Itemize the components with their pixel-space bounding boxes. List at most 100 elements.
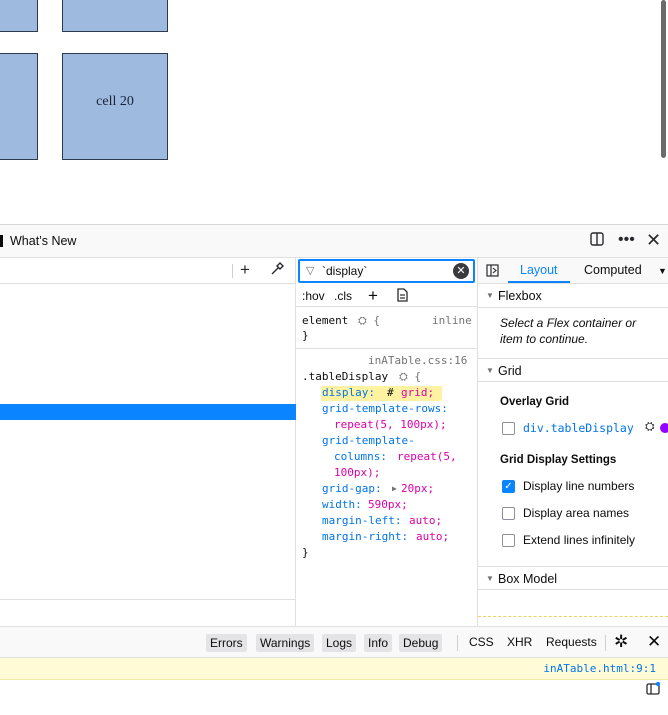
rule-source-link[interactable]: inATable.css:16 — [368, 353, 467, 369]
markup-toolbar: + — [0, 258, 295, 284]
settings-icon[interactable]: ⛭ { — [358, 313, 380, 329]
console-toolbar: Errors Warnings Logs Info Debug CSS XHR … — [0, 626, 668, 658]
extend-lines-label[interactable]: Extend lines infinitely — [523, 533, 635, 547]
decl-width-val[interactable]: 590px; — [368, 497, 408, 513]
decl-display-val[interactable]: grid; — [401, 385, 434, 401]
rule-close-brace: } — [302, 329, 309, 342]
box-model-section-header[interactable]: ▼ Box Model — [478, 566, 668, 590]
page-scrollbar[interactable] — [661, 0, 666, 158]
divider — [0, 599, 296, 600]
grid-cell — [0, 53, 38, 160]
grid-section-header[interactable]: ▼ Grid — [478, 358, 668, 382]
filter-css-button[interactable]: CSS — [469, 635, 494, 649]
section-title: Flexbox — [498, 289, 542, 303]
decl-cols-prop-cont[interactable]: columns: — [334, 449, 387, 465]
filter-debug-button[interactable]: Debug — [399, 634, 443, 652]
highlight-element-icon[interactable]: ⛭ — [645, 419, 655, 434]
cls-toggle[interactable]: .cls — [334, 289, 352, 303]
markup-panel: + — [0, 258, 296, 626]
filter-value[interactable]: `display` — [322, 264, 367, 278]
toggle-sidebar-icon[interactable] — [486, 264, 499, 280]
decl-cols-val[interactable]: repeat(5, — [397, 449, 457, 465]
tab-computed[interactable]: Computed — [584, 263, 642, 277]
cell-label: cell 20 — [96, 94, 134, 109]
grid-cell — [62, 0, 168, 32]
console-source-link[interactable]: inATable.html:9:1 — [543, 662, 656, 675]
add-rule-button[interactable]: + — [368, 286, 378, 306]
more-icon[interactable]: ••• — [618, 230, 635, 250]
filter-errors-button[interactable]: Errors — [206, 634, 247, 652]
decl-rows-prop[interactable]: grid-template-rows: — [322, 401, 448, 417]
console-input-row[interactable] — [0, 680, 668, 715]
split-console-icon[interactable] — [646, 681, 661, 699]
close-icon[interactable]: ✕ — [647, 632, 661, 652]
toolbar-separator — [232, 264, 233, 278]
selected-node-row[interactable] — [0, 404, 296, 420]
filter-xhr-button[interactable]: XHR — [507, 635, 532, 649]
separator — [605, 635, 606, 651]
overlay-grid-item[interactable]: div.tableDisplay — [523, 421, 634, 435]
layout-sidebar: Layout Computed ▼ ▼ Flexbox Select a Fle… — [478, 258, 668, 626]
display-line-numbers-label[interactable]: Display line numbers — [523, 479, 634, 493]
chevron-down-icon[interactable]: ▼ — [658, 266, 667, 276]
rules-panel: ▽ `display` ✕ :hov .cls + element ⛭ { in… — [296, 258, 478, 626]
overlay-grid-heading: Overlay Grid — [500, 396, 570, 408]
decl-rows-val[interactable]: repeat(5, 100px); — [334, 417, 447, 433]
hov-toggle[interactable]: :hov — [302, 289, 325, 303]
flexbox-section-header[interactable]: ▼ Flexbox — [478, 284, 668, 308]
decl-width-prop[interactable]: width: — [322, 497, 362, 513]
devtools-panel: What’s New ••• ✕ + ▽ `display` ✕ :hov .c… — [0, 224, 668, 715]
rule-selector: .tableDisplay — [302, 370, 389, 383]
web-page-viewport: cell 20 — [0, 0, 668, 224]
dock-side-icon[interactable] — [589, 231, 605, 253]
print-media-icon[interactable] — [396, 288, 409, 305]
decl-gap-prop[interactable]: grid-gap: — [322, 481, 382, 497]
flexbox-note: Select a Flex container or item to conti… — [500, 316, 637, 346]
section-title: Grid — [498, 364, 522, 378]
decl-cols-prop[interactable]: grid-template- — [322, 433, 415, 449]
filter-icon: ▽ — [306, 264, 315, 277]
box-model-margin-outline — [478, 616, 668, 617]
collapse-triangle-icon: ▼ — [486, 291, 494, 300]
gear-icon[interactable]: ✲ — [614, 632, 628, 652]
collapse-triangle-icon: ▼ — [486, 366, 494, 375]
grid-color-swatch[interactable] — [660, 423, 668, 433]
styles-filter-input[interactable]: ▽ `display` ✕ — [298, 259, 475, 283]
decl-ml-prop[interactable]: margin-left: — [322, 513, 401, 529]
section-title: Box Model — [498, 572, 558, 586]
element-selector: element — [302, 314, 349, 327]
table-display-rule: inATable.css:16 .tableDisplay ⛭ { displa… — [296, 349, 477, 626]
filter-logs-button[interactable]: Logs — [322, 634, 357, 652]
grid-cell — [0, 0, 38, 32]
clear-filter-icon[interactable]: ✕ — [453, 263, 469, 279]
add-node-icon[interactable]: + — [240, 260, 250, 280]
decl-gap-val[interactable]: 20px; — [401, 481, 434, 497]
filter-info-button[interactable]: Info — [364, 634, 393, 652]
overlay-checkbox[interactable] — [502, 422, 515, 435]
decl-mr-val[interactable]: auto; — [416, 529, 449, 545]
console-message-row: inATable.html:9:1 — [0, 658, 668, 680]
filter-requests-button[interactable]: Requests — [546, 635, 597, 649]
filter-warnings-button[interactable]: Warnings — [256, 634, 315, 652]
sidebar-tabs: Layout Computed ▼ — [478, 258, 668, 284]
display-line-numbers-checkbox[interactable]: ✓ — [502, 480, 515, 493]
decl-display-prop[interactable]: display: — [322, 385, 375, 401]
grid-settings-icon[interactable]: ⛭ { — [399, 369, 421, 385]
grid-overlay-icon[interactable]: # — [387, 385, 394, 401]
extend-lines-checkbox[interactable] — [502, 534, 515, 547]
rule-close-brace: } — [302, 546, 309, 559]
tab-layout[interactable]: Layout — [520, 263, 558, 277]
decl-cols-val-cont[interactable]: 100px); — [334, 465, 380, 481]
close-icon[interactable]: ✕ — [646, 230, 661, 250]
decl-mr-prop[interactable]: margin-right: — [322, 529, 408, 545]
element-rule: element ⛭ { inline } — [296, 307, 477, 349]
whats-new-tab[interactable]: What’s New — [0, 234, 76, 248]
element-inline-source[interactable]: inline — [432, 313, 472, 329]
display-area-names-label[interactable]: Display area names — [523, 506, 629, 520]
expand-triangle-icon[interactable]: ▶ — [392, 481, 397, 497]
collapse-triangle-icon: ▼ — [486, 574, 494, 583]
decl-ml-val[interactable]: auto; — [409, 513, 442, 529]
eyedropper-icon[interactable] — [270, 262, 284, 279]
display-area-names-checkbox[interactable] — [502, 507, 515, 520]
active-tab-indicator — [508, 281, 570, 283]
